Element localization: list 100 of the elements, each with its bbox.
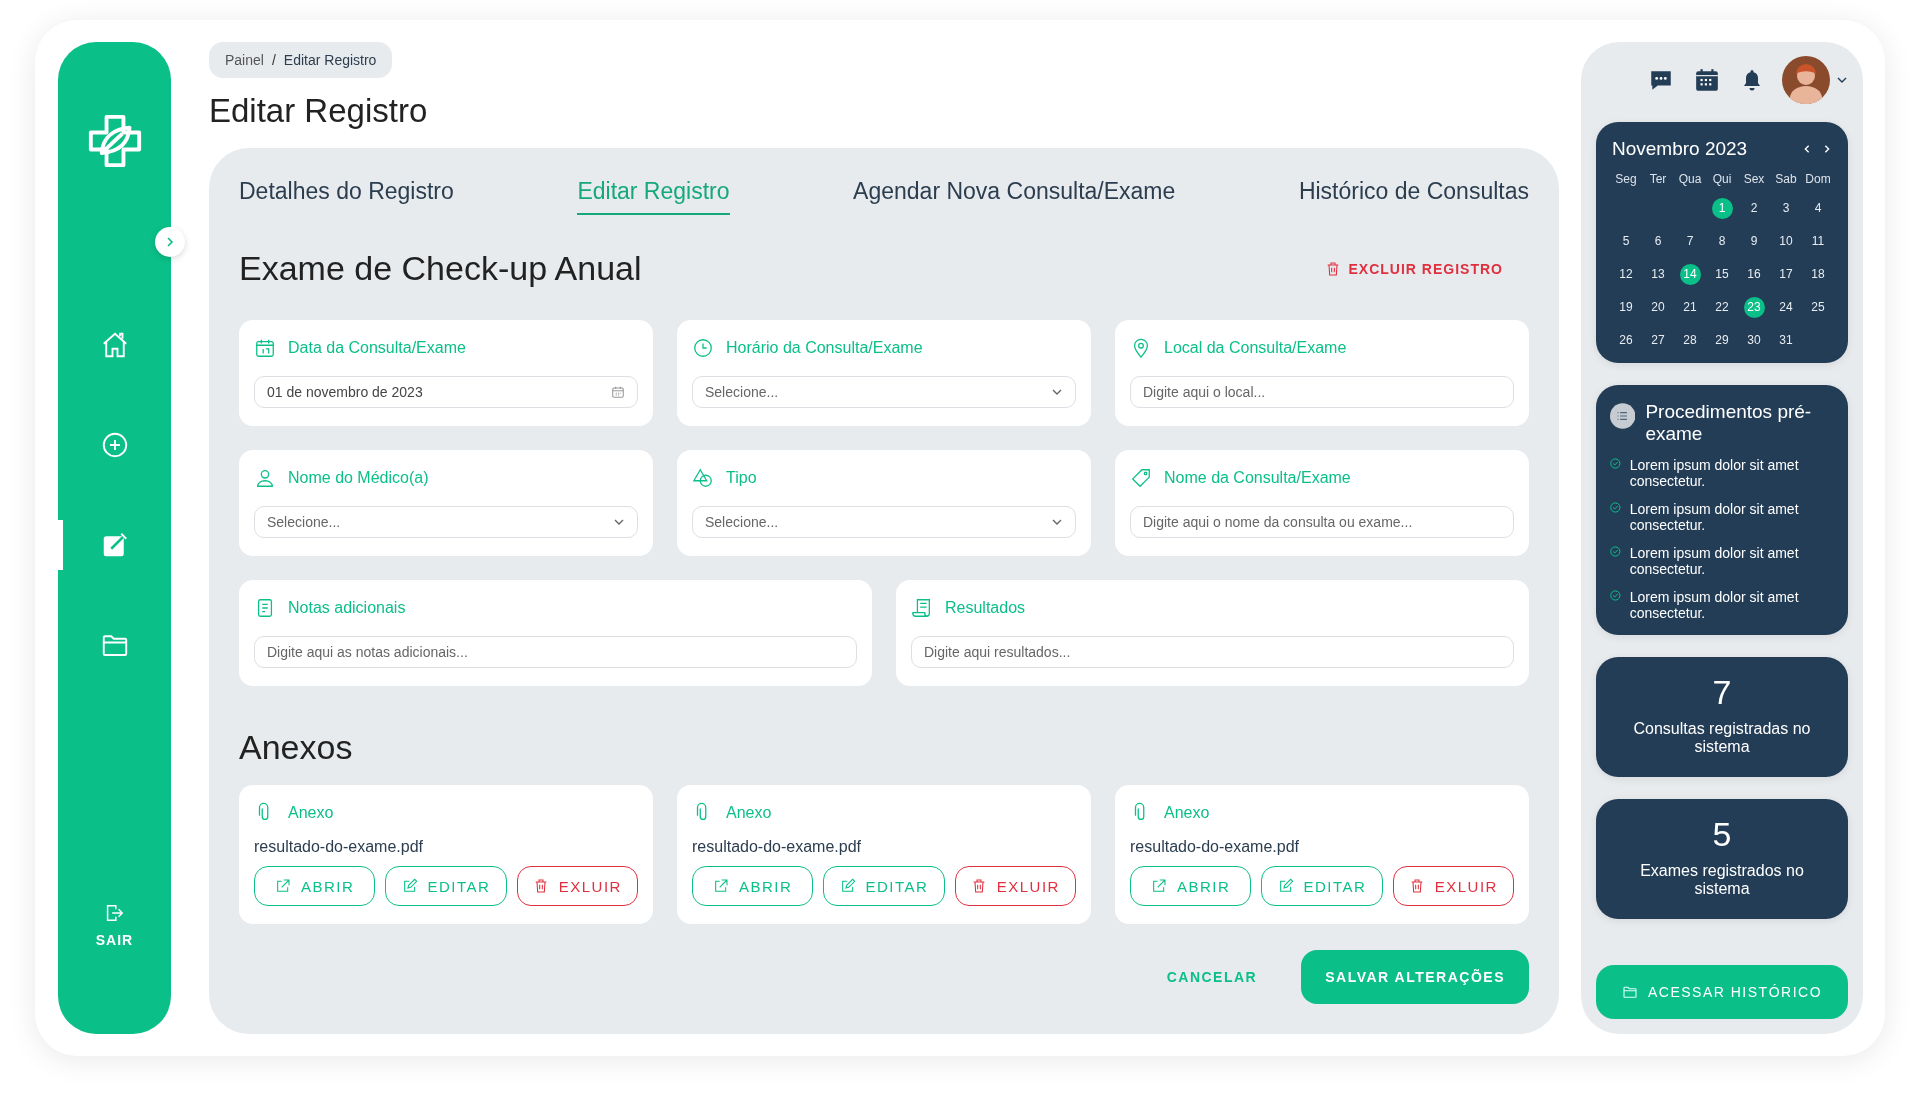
field-label: Nome da Consulta/Exame — [1164, 469, 1351, 487]
tab[interactable]: Agendar Nova Consulta/Exame — [853, 174, 1176, 215]
delete-button[interactable]: EXLUIR — [954, 866, 1076, 906]
chevron-right-icon[interactable] — [1822, 144, 1832, 154]
stat-label: Consultas registradas no sistema — [1632, 719, 1812, 756]
calendar-day[interactable]: 19 — [1615, 297, 1637, 318]
calendar-icon[interactable] — [1694, 67, 1720, 93]
user-icon — [254, 467, 276, 489]
weekday-label: Qui — [1711, 172, 1733, 186]
attachment-label: Anexo — [1164, 804, 1210, 822]
weekday-label: Seg — [1614, 172, 1638, 186]
calendar-icon — [611, 385, 625, 399]
calendar-day[interactable]: 13 — [1647, 264, 1669, 285]
page-title: Editar Registro — [209, 92, 429, 130]
calendar-icon — [254, 337, 276, 359]
calendar-day[interactable]: 24 — [1775, 297, 1797, 318]
input-field[interactable]: Digite aqui o local... — [1130, 376, 1514, 408]
attachment-label: Anexo — [288, 804, 334, 822]
calendar-day[interactable]: 26 — [1615, 330, 1637, 351]
user-avatar[interactable] — [1782, 56, 1830, 104]
field-label: Tipo — [726, 469, 757, 487]
select-field[interactable]: Selecione... — [692, 376, 1076, 408]
breadcrumb-separator: / — [271, 52, 276, 68]
check-circle-icon — [1610, 500, 1621, 514]
input-field[interactable]: Digite aqui as notas adicionais... — [254, 636, 857, 668]
record-title: Exame de Check-up Anual — [239, 249, 642, 288]
stat-label: Exames registrados no sistema — [1639, 861, 1805, 898]
delete-button[interactable]: EXLUIR — [516, 866, 638, 906]
field-label: Resultados — [945, 599, 1026, 617]
calendar-day[interactable]: 15 — [1711, 264, 1733, 285]
expand-sidebar-button[interactable] — [155, 227, 185, 257]
input-field[interactable]: Digite aqui o nome da consulta ou exame... — [1130, 506, 1514, 538]
external-link-icon — [275, 878, 291, 894]
calendar-month: Novembro 2023 — [1612, 138, 1748, 160]
calendar-day[interactable]: 22 — [1711, 297, 1733, 318]
field-label: Nome do Médico(a) — [288, 469, 429, 487]
calendar-day[interactable]: 20 — [1647, 297, 1669, 318]
stat-value: 7 — [1712, 672, 1732, 712]
calendar-day[interactable]: 10 — [1775, 231, 1797, 252]
attachment-label: Anexo — [726, 804, 772, 822]
folder-icon — [1621, 984, 1638, 1000]
edit-icon — [839, 878, 856, 894]
calendar-day[interactable]: 7 — [1679, 231, 1701, 252]
delete-record-button[interactable]: EXCLUIR REGISTRO — [1318, 259, 1509, 278]
calendar-day[interactable]: 21 — [1679, 297, 1701, 318]
file-name: resultado-do-exame.pdf — [692, 838, 862, 856]
field-label: Data da Consulta/Exame — [288, 339, 466, 357]
calendar-day[interactable]: 4 — [1807, 198, 1829, 219]
card-title: Procedimentos pré-exame — [1645, 401, 1813, 445]
tag-icon — [1130, 467, 1152, 489]
field-label: Horário da Consulta/Exame — [726, 339, 923, 357]
calendar-day[interactable]: 11 — [1807, 231, 1829, 252]
stat-value: 5 — [1712, 814, 1732, 854]
calendar-day[interactable]: 9 — [1743, 231, 1765, 252]
calendar-day[interactable]: 5 — [1615, 231, 1637, 252]
calendar-day[interactable]: 18 — [1807, 264, 1829, 285]
clock-icon — [692, 337, 714, 359]
calendar-day[interactable]: 2 — [1743, 198, 1765, 219]
section-title: Anexos — [239, 728, 354, 767]
calendar-day[interactable]: 12 — [1615, 264, 1637, 285]
calendar-day[interactable]: 8 — [1711, 231, 1733, 252]
external-link-icon — [1151, 878, 1167, 894]
receipt-icon — [911, 597, 933, 619]
field-label: Notas adicionais — [288, 599, 406, 617]
calendar-day[interactable]: 17 — [1775, 264, 1797, 285]
date-field[interactable]: 01 de novembro de 2023 — [254, 376, 638, 408]
calendar-day[interactable]: 6 — [1647, 231, 1669, 252]
calendar-day[interactable]: 16 — [1743, 264, 1765, 285]
chevron-right-icon — [164, 236, 176, 248]
input-field[interactable]: Digite aqui resultados... — [911, 636, 1514, 668]
procedure-text: Lorem ipsum dolor sit amet consectetur. — [1629, 588, 1800, 621]
external-link-icon — [713, 878, 729, 894]
chevron-left-icon[interactable] — [1802, 144, 1812, 154]
check-circle-icon — [1610, 456, 1621, 470]
tab[interactable]: Histórico de Consultas — [1298, 174, 1529, 215]
file-name: resultado-do-exame.pdf — [1130, 838, 1300, 856]
calendar-day[interactable]: 3 — [1775, 198, 1797, 219]
select-field[interactable]: Selecione... — [254, 506, 638, 538]
file-name: resultado-do-exame.pdf — [254, 838, 424, 856]
weekday-label: Dom — [1804, 172, 1832, 186]
calendar-day[interactable]: 25 — [1807, 297, 1829, 318]
calendar-day[interactable]: 27 — [1647, 330, 1669, 351]
breadcrumb-link[interactable]: Painel — [225, 52, 264, 68]
weekday-label: Qua — [1677, 172, 1703, 186]
weekday-label: Ter — [1648, 172, 1668, 186]
calendar-day[interactable]: 31 — [1775, 330, 1797, 351]
delete-button[interactable]: EXLUIR — [1392, 866, 1514, 906]
procedure-text: Lorem ipsum dolor sit amet consectetur. — [1629, 544, 1800, 577]
calendar-day[interactable]: 30 — [1743, 330, 1765, 351]
edit-icon — [1277, 878, 1294, 894]
calendar-day[interactable]: 29 — [1711, 330, 1733, 351]
select-field[interactable]: Selecione... — [692, 506, 1076, 538]
weekday-label: Sex — [1742, 172, 1766, 186]
list-icon — [1610, 401, 1636, 431]
calendar-day[interactable]: 28 — [1679, 330, 1701, 351]
procedure-text: Lorem ipsum dolor sit amet consectetur. — [1629, 500, 1800, 533]
weekday-label: Sab — [1774, 172, 1798, 186]
tab[interactable]: Detalhes do Registro — [239, 174, 454, 215]
field-label: Local da Consulta/Exame — [1164, 339, 1347, 357]
procedure-text: Lorem ipsum dolor sit amet consectetur. — [1629, 456, 1800, 489]
